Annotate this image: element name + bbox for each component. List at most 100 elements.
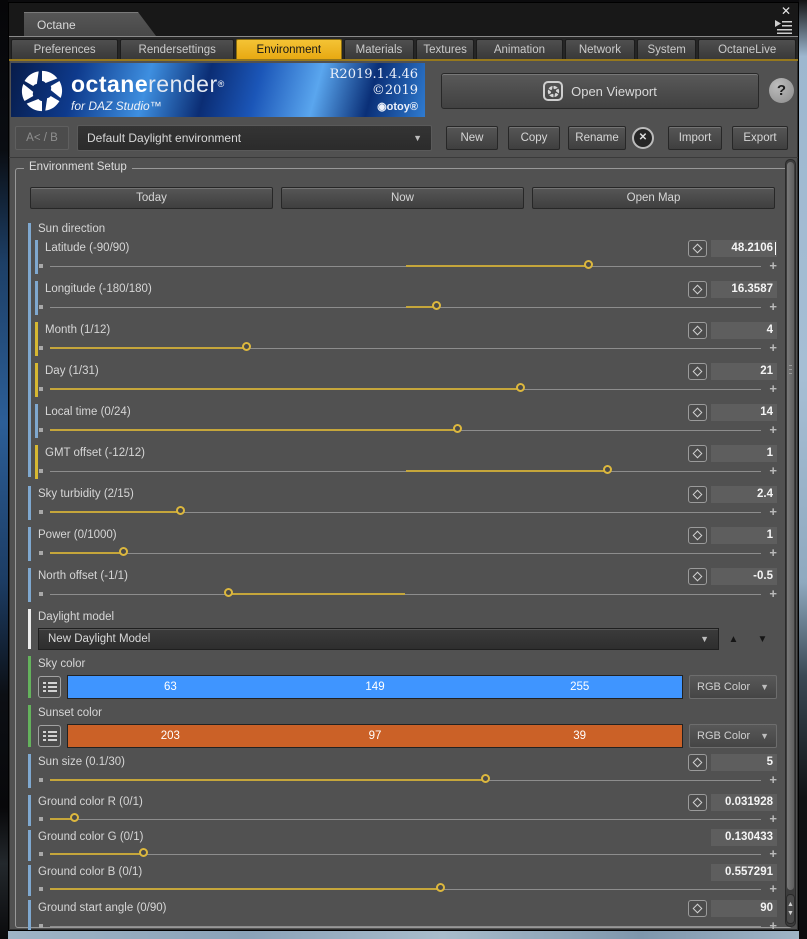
ab-compare-button[interactable]: A< / B bbox=[15, 126, 69, 150]
slider-track[interactable] bbox=[50, 594, 761, 595]
open-viewport-button[interactable]: Open Viewport bbox=[441, 73, 759, 109]
tab-materials[interactable]: Materials bbox=[343, 39, 415, 59]
param-slider[interactable]: + bbox=[38, 880, 777, 897]
help-button[interactable]: ? bbox=[769, 78, 794, 103]
copy-button[interactable]: Copy bbox=[508, 126, 560, 150]
new-button[interactable]: New bbox=[446, 126, 498, 150]
link-diamond-button[interactable] bbox=[688, 321, 707, 339]
model-down-button[interactable]: ▼ bbox=[758, 634, 768, 645]
slider-increment-icon[interactable]: + bbox=[769, 545, 777, 560]
color-g-value[interactable]: 149 bbox=[273, 676, 478, 698]
param-slider[interactable]: + bbox=[38, 380, 777, 398]
sunset-color-swatch[interactable]: 203 97 39 bbox=[67, 724, 683, 748]
link-diamond-button[interactable] bbox=[688, 485, 707, 503]
param-value-field[interactable]: 14 bbox=[711, 403, 777, 421]
slider-handle[interactable] bbox=[139, 848, 149, 857]
delete-preset-button[interactable]: ✕ bbox=[632, 127, 654, 149]
close-icon[interactable]: ✕ bbox=[781, 4, 791, 18]
slider-handle[interactable] bbox=[432, 301, 442, 310]
slider-increment-icon[interactable]: + bbox=[769, 504, 777, 519]
slider-increment-icon[interactable]: + bbox=[769, 811, 777, 826]
scrollbar-thumb[interactable] bbox=[787, 162, 794, 890]
rename-button[interactable]: Rename bbox=[568, 126, 626, 150]
param-slider[interactable]: + bbox=[38, 810, 777, 827]
param-value-field[interactable]: 2.4 bbox=[711, 485, 777, 503]
param-value-field[interactable]: 5 bbox=[711, 753, 777, 771]
link-diamond-button[interactable] bbox=[688, 793, 707, 811]
slider-handle[interactable] bbox=[602, 465, 612, 474]
slider-decrement-icon[interactable] bbox=[39, 346, 43, 350]
param-slider[interactable]: + bbox=[38, 257, 777, 275]
slider-decrement-icon[interactable] bbox=[39, 551, 43, 555]
color-r-value[interactable]: 203 bbox=[68, 725, 273, 747]
tab-animation[interactable]: Animation bbox=[475, 39, 563, 59]
slider-increment-icon[interactable]: + bbox=[769, 918, 777, 930]
slider-decrement-icon[interactable] bbox=[39, 305, 43, 309]
slider-increment-icon[interactable]: + bbox=[769, 340, 777, 355]
param-value-field[interactable]: 48.2106 bbox=[711, 239, 777, 257]
slider-increment-icon[interactable]: + bbox=[769, 422, 777, 437]
tab-preferences[interactable]: Preferences bbox=[11, 39, 119, 59]
slider-increment-icon[interactable]: + bbox=[769, 772, 777, 787]
scrollbar-spinner[interactable]: ▲ ▼ bbox=[786, 894, 795, 924]
open-map-button[interactable]: Open Map bbox=[532, 187, 775, 209]
vertical-scrollbar[interactable]: ▲ ▼ bbox=[785, 159, 796, 927]
param-slider[interactable]: + bbox=[38, 771, 777, 789]
scroll-up-icon[interactable]: ▲ bbox=[787, 901, 794, 909]
sky-color-swatch[interactable]: 63 149 255 bbox=[67, 675, 683, 699]
param-slider[interactable]: + bbox=[38, 462, 777, 480]
slider-handle[interactable] bbox=[436, 883, 446, 892]
param-slider[interactable]: + bbox=[38, 917, 777, 930]
param-slider[interactable]: + bbox=[38, 339, 777, 357]
slider-decrement-icon[interactable] bbox=[39, 924, 43, 928]
slider-decrement-icon[interactable] bbox=[39, 778, 43, 782]
param-value-field[interactable]: 0.130433 bbox=[711, 828, 777, 846]
param-value-field[interactable]: -0.5 bbox=[711, 567, 777, 585]
slider-decrement-icon[interactable] bbox=[39, 592, 43, 596]
param-value-field[interactable]: 16.3587 bbox=[711, 280, 777, 298]
slider-track[interactable] bbox=[50, 926, 761, 927]
tab-textures[interactable]: Textures bbox=[416, 39, 474, 59]
link-diamond-button[interactable] bbox=[688, 239, 707, 257]
param-value-field[interactable]: 1 bbox=[711, 444, 777, 462]
color-list-button[interactable] bbox=[38, 676, 61, 698]
title-tab-octane[interactable]: Octane bbox=[24, 12, 156, 36]
slider-increment-icon[interactable]: + bbox=[769, 881, 777, 896]
param-slider[interactable]: + bbox=[38, 503, 777, 521]
param-slider[interactable]: + bbox=[38, 298, 777, 316]
tab-octanelive[interactable]: OctaneLive bbox=[698, 39, 796, 59]
slider-decrement-icon[interactable] bbox=[39, 469, 43, 473]
scroll-down-icon[interactable]: ▼ bbox=[787, 910, 794, 918]
param-value-field[interactable]: 0.031928 bbox=[711, 793, 777, 811]
link-diamond-button[interactable] bbox=[688, 899, 707, 917]
param-value-field[interactable]: 21 bbox=[711, 362, 777, 380]
slider-handle[interactable] bbox=[223, 588, 233, 597]
slider-decrement-icon[interactable] bbox=[39, 264, 43, 268]
slider-handle[interactable] bbox=[583, 260, 593, 269]
link-diamond-button[interactable] bbox=[688, 362, 707, 380]
slider-handle[interactable] bbox=[516, 383, 526, 392]
tab-environment[interactable]: Environment bbox=[236, 39, 342, 59]
slider-increment-icon[interactable]: + bbox=[769, 258, 777, 273]
slider-handle[interactable] bbox=[118, 547, 128, 556]
param-value-field[interactable]: 1 bbox=[711, 526, 777, 544]
dock-menu-icon[interactable] bbox=[774, 19, 794, 36]
import-button[interactable]: Import bbox=[668, 126, 722, 150]
slider-track[interactable] bbox=[50, 553, 761, 554]
slider-track[interactable] bbox=[50, 854, 761, 855]
param-value-field[interactable]: 0.557291 bbox=[711, 863, 777, 881]
link-diamond-button[interactable] bbox=[688, 753, 707, 771]
slider-increment-icon[interactable]: + bbox=[769, 586, 777, 601]
slider-handle[interactable] bbox=[242, 342, 252, 351]
param-slider[interactable]: + bbox=[38, 544, 777, 562]
slider-decrement-icon[interactable] bbox=[39, 510, 43, 514]
model-up-button[interactable]: ▲ bbox=[729, 634, 739, 645]
color-list-button[interactable] bbox=[38, 725, 61, 747]
param-value-field[interactable]: 4 bbox=[711, 321, 777, 339]
slider-decrement-icon[interactable] bbox=[39, 887, 43, 891]
export-button[interactable]: Export bbox=[732, 126, 788, 150]
slider-decrement-icon[interactable] bbox=[39, 387, 43, 391]
tab-rendersettings[interactable]: Rendersettings bbox=[120, 39, 235, 59]
tab-network[interactable]: Network bbox=[565, 39, 635, 59]
color-r-value[interactable]: 63 bbox=[68, 676, 273, 698]
